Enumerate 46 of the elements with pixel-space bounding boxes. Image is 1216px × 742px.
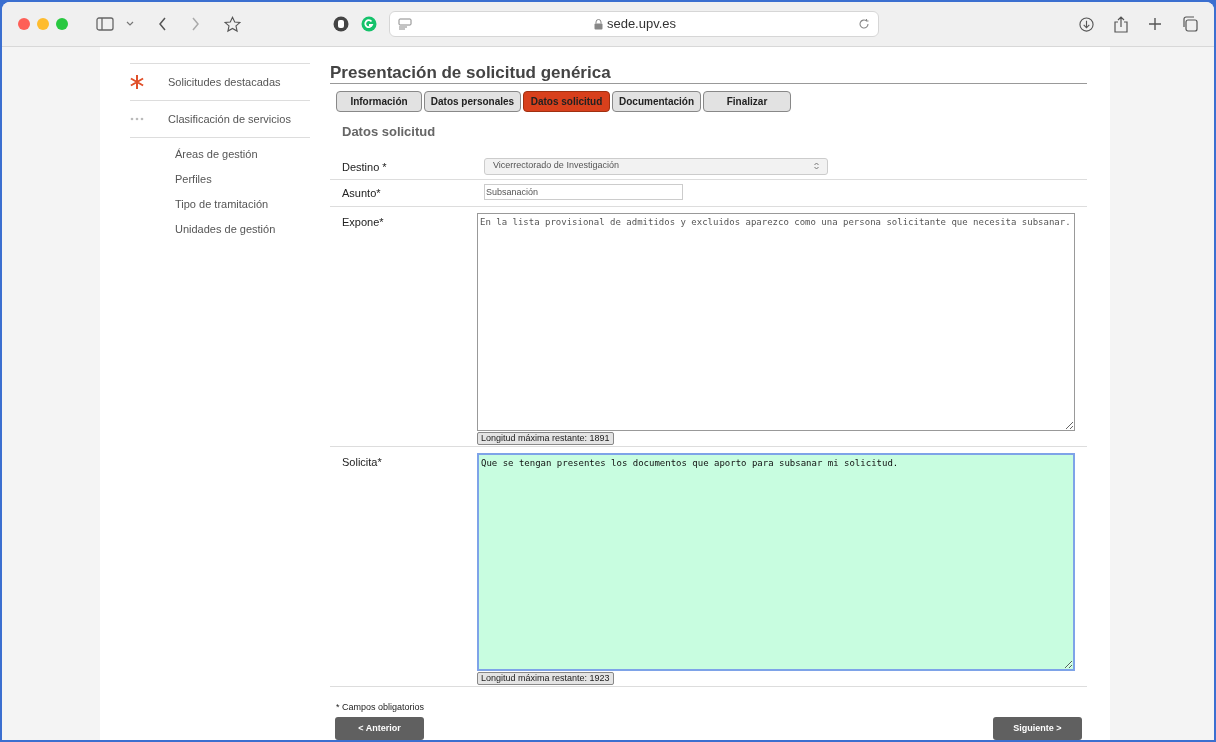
field-label: Expone* [342,214,385,230]
page-title: Presentación de solicitud genérica [330,63,1087,84]
star-icon[interactable] [224,15,241,33]
dots-icon [130,117,144,121]
sidebar-link[interactable]: Solicitudes destacadas [168,73,281,91]
new-tab-icon[interactable] [1148,17,1162,31]
hand-icon[interactable] [333,16,349,32]
step-tab[interactable]: Documentación [612,91,701,112]
reader-icon[interactable] [398,18,412,30]
close-window-icon[interactable] [18,18,30,30]
field-label: Destino * [342,159,388,175]
character-counter: Longitud máxima restante: 1891 [477,431,614,445]
back-icon[interactable] [158,17,167,31]
sidebar-link[interactable]: Unidades de gestión [175,221,310,246]
text-area[interactable]: Que se tengan presentes los documentos que aporto para subsanar mi solicitud. [477,452,1075,671]
asterisk-icon [130,75,144,89]
step-tab[interactable]: Datos personales [424,91,521,112]
sidebar-link[interactable]: Tipo de tramitación [175,196,310,221]
text-area[interactable]: En la lista provisional de admitidos y excluidos aparezco como una persona solicitante que necesita subsanar. [477,212,1075,431]
step-tab[interactable]: Datos solicitud [523,91,610,112]
next-button[interactable]: Siguiente > [993,717,1082,740]
previous-button[interactable]: < Anterior [335,717,424,740]
step-tab[interactable]: Información [336,91,422,112]
url-text: sede.upv.es [606,15,677,34]
address-bar[interactable]: sede.upv.es [389,11,879,37]
subject-input[interactable]: Subsanación [484,184,683,200]
step-tab[interactable]: Finalizar [703,91,791,112]
section-heading: Datos solicitud [342,123,437,141]
field-label: Asunto* [342,186,382,201]
field-label: Solicita* [342,454,383,470]
lock-icon [593,18,603,30]
sidebar-icon[interactable] [96,17,114,31]
reload-icon[interactable] [858,18,870,30]
updown-icon [814,162,819,170]
destination-dropdown[interactable]: Vicerrectorado de Investigación [484,157,828,175]
required-note: * Campos obligatorios [336,700,426,714]
sidebar-link[interactable]: Clasificación de servicios [168,110,291,128]
sidebar-link[interactable]: Áreas de gestión [175,146,310,171]
grammar-icon[interactable] [361,16,377,32]
sidebar-link[interactable]: Perfiles [175,171,310,196]
download-icon[interactable] [1079,16,1094,32]
tabs-overview-icon[interactable] [1182,16,1198,32]
forward-icon[interactable] [191,17,200,31]
share-icon[interactable] [1114,15,1128,33]
chevron-down-icon[interactable] [126,21,134,27]
character-counter: Longitud máxima restante: 1923 [477,671,614,685]
